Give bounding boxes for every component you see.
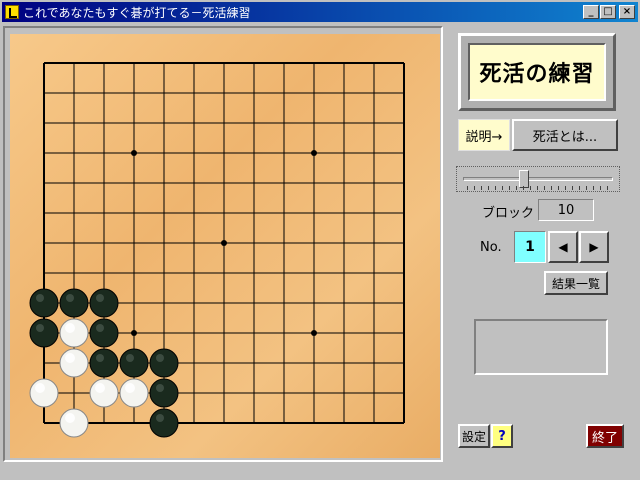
star-point [131, 330, 137, 336]
control-panel: 死活の練習 説明→ 死活とは... ブロック 10 No. 1 ◀ ▶ 結果一覧… [450, 30, 630, 460]
maximize-button[interactable]: □ [600, 5, 616, 19]
black-stone [89, 288, 119, 318]
black-stone [149, 378, 179, 408]
settings-button[interactable]: 設定 [458, 424, 490, 448]
go-board-grid[interactable] [10, 34, 440, 458]
white-stone [59, 348, 89, 378]
slider-ticks [467, 186, 613, 190]
stone-highlight [66, 294, 74, 302]
black-stone [149, 348, 179, 378]
black-stone [29, 288, 59, 318]
minimize-button[interactable]: _ [583, 5, 599, 19]
white-stone [59, 408, 89, 438]
stone-highlight [156, 414, 164, 422]
white-stone [29, 378, 59, 408]
window-title: これであなたもすぐ碁が打てる－死活練習 [23, 5, 251, 20]
problem-number-label: No. [480, 240, 502, 255]
triangle-right-icon: ▶ [589, 240, 599, 254]
app-window: これであなたもすぐ碁が打てる－死活練習 _ □ × 死活の練習 説明→ 死活とは… [0, 0, 640, 480]
stone-highlight [36, 294, 44, 302]
question-icon: ? [498, 428, 506, 444]
stone-highlight [96, 324, 104, 332]
stone-highlight [156, 384, 164, 392]
stone-highlight [125, 383, 135, 393]
black-stone [29, 318, 59, 348]
stone-highlight [35, 383, 45, 393]
white-stone [89, 378, 119, 408]
explain-button[interactable]: 死活とは... [512, 119, 618, 151]
white-stone [59, 318, 89, 348]
star-point [131, 150, 137, 156]
star-point [221, 240, 227, 246]
star-point [311, 150, 317, 156]
block-value: 10 [538, 199, 594, 221]
slider-track[interactable] [463, 177, 613, 181]
star-point [311, 330, 317, 336]
stone-highlight [65, 413, 75, 423]
go-board[interactable] [10, 34, 440, 458]
stone-highlight [65, 323, 75, 333]
title-bar[interactable]: これであなたもすぐ碁が打てる－死活練習 _ □ × [2, 2, 638, 22]
stone-highlight [156, 354, 164, 362]
black-stone [89, 348, 119, 378]
stone-highlight [65, 353, 75, 363]
message-box [474, 319, 608, 375]
white-stone [119, 378, 149, 408]
panel-heading: 死活の練習 [468, 43, 606, 101]
black-stone [119, 348, 149, 378]
black-stone [149, 408, 179, 438]
problem-number-value: 1 [514, 231, 546, 263]
stone-highlight [96, 294, 104, 302]
explain-label: 説明→ [458, 119, 510, 151]
black-stone [89, 318, 119, 348]
app-icon [5, 5, 19, 19]
title-plate: 死活の練習 [458, 33, 616, 111]
block-label: ブロック [482, 206, 535, 221]
black-stone [59, 288, 89, 318]
previous-problem-button[interactable]: ◀ [548, 231, 578, 263]
triangle-left-icon: ◀ [558, 240, 568, 254]
stone-highlight [96, 354, 104, 362]
stone-highlight [126, 354, 134, 362]
stone-highlight [95, 383, 105, 393]
results-list-button[interactable]: 結果一覧 [544, 271, 608, 295]
help-button[interactable]: ? [491, 424, 513, 448]
next-problem-button[interactable]: ▶ [579, 231, 609, 263]
level-slider[interactable] [456, 166, 620, 192]
close-button[interactable]: × [619, 5, 635, 19]
exit-button[interactable]: 終了 [586, 424, 624, 448]
stone-highlight [36, 324, 44, 332]
